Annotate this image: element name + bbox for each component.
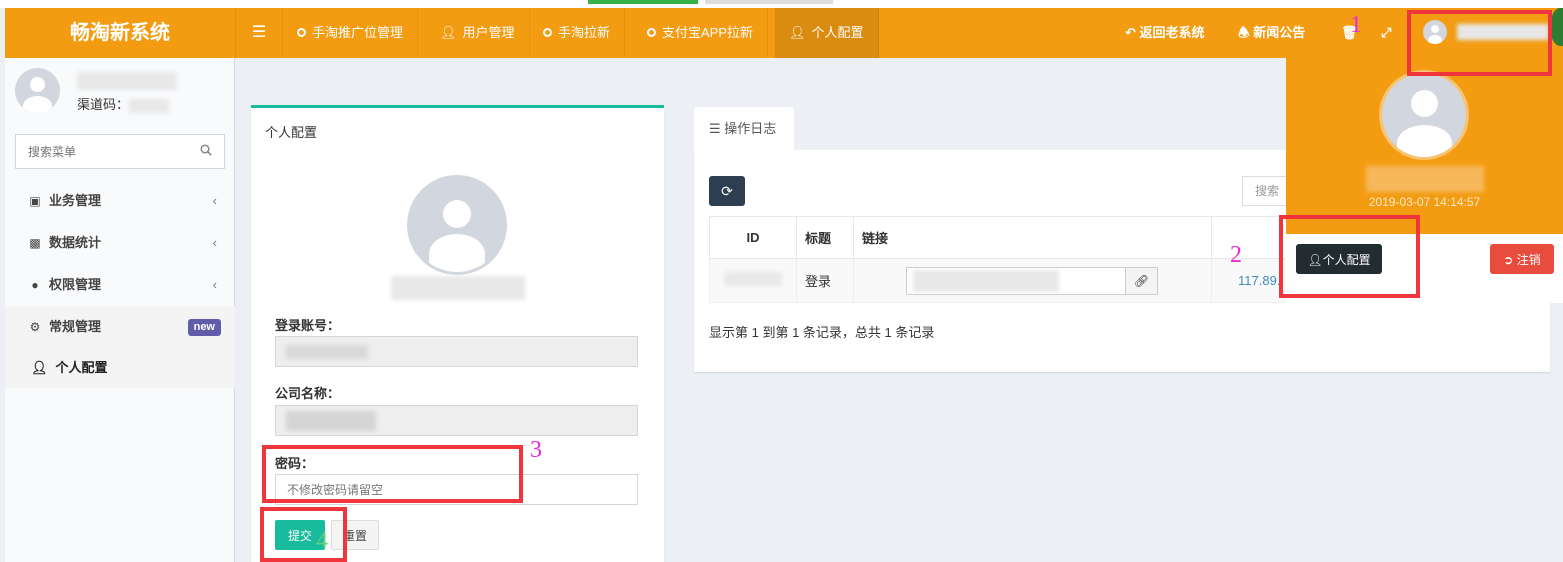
profile-name-redacted	[391, 276, 525, 300]
chevron-left-icon: ‹	[212, 277, 217, 292]
sidebar-item-general[interactable]: ⚙ 常规管理 new	[5, 306, 235, 348]
cell-title: 登录	[796, 258, 854, 303]
archive-icon: ▣	[29, 194, 41, 208]
company-label: 公司名称：	[275, 386, 341, 401]
fullscreen-button[interactable]: ⤢	[1381, 8, 1391, 58]
refresh-button[interactable]: ⟳	[709, 176, 745, 206]
user-icon: 👤︎	[789, 25, 806, 40]
circle-icon	[297, 28, 306, 37]
nav-tab-user-management[interactable]: 👤︎ 用户管理	[426, 8, 530, 58]
avatar	[15, 68, 60, 113]
pagination-info: 显示第 1 到第 1 条记录，总共 1 条记录	[709, 325, 935, 340]
company-field	[275, 405, 638, 436]
top-header: 畅淘新系统 ☰ 手淘推广位管理 👤︎ 用户管理 手淘拉新 支付宝APP拉新 👤︎ 个…	[5, 8, 1563, 58]
sign-out-icon: ➲	[1503, 252, 1514, 267]
chevron-left-icon: ‹	[212, 193, 217, 208]
news-link[interactable]: 🕭︎ 新闻公告	[1238, 8, 1305, 58]
account-label: 登录账号：	[275, 318, 341, 333]
nav-tab-alipay-new[interactable]: 支付宝APP拉新	[633, 8, 769, 58]
expand-icon: ⤢	[1381, 25, 1392, 40]
browser-top-strip	[0, 0, 1563, 8]
sidebar-item-business[interactable]: ▣ 业务管理 ‹	[5, 180, 235, 222]
circle-icon	[647, 28, 656, 37]
bell-icon: 🕭︎	[1238, 25, 1250, 40]
column-header-link[interactable]: 链接	[853, 216, 1212, 259]
search-input[interactable]	[16, 135, 186, 168]
nav-tab-taobao-promo[interactable]: 手淘推广位管理	[283, 8, 419, 58]
column-header-id[interactable]: ID	[709, 216, 797, 259]
annotation-number-3: 3	[530, 437, 542, 463]
nav-tab-taobao-new[interactable]: 手淘拉新	[529, 8, 626, 58]
card-title: 个人配置	[265, 125, 318, 140]
cogs-icon: ⚙	[29, 320, 41, 334]
link-input[interactable]	[906, 266, 1126, 295]
annotation-box-4	[260, 507, 347, 562]
cell-link: 🔗︎	[853, 258, 1212, 303]
avatar	[1379, 70, 1469, 160]
search-icon[interactable]	[200, 144, 212, 156]
app-logo[interactable]: 畅淘新系统	[5, 8, 235, 58]
annotation-number-2: 2	[1230, 242, 1242, 268]
logout-button[interactable]: ➲ 注销	[1490, 244, 1554, 274]
annotation-box-2	[1279, 215, 1420, 298]
link-icon[interactable]: 🔗︎	[1126, 266, 1158, 295]
sidebar-item-permissions[interactable]: ● 权限管理 ‹	[5, 264, 235, 306]
user-icon: 👤︎	[31, 360, 48, 375]
cell-id	[709, 258, 797, 303]
table-search-input[interactable]: 搜索	[1242, 176, 1292, 206]
annotation-number-4: 4	[316, 528, 328, 554]
annotation-box-1	[1407, 10, 1552, 76]
dropdown-header: 2019-03-07 14:14:57	[1286, 58, 1563, 234]
reply-icon: ↶	[1125, 25, 1136, 40]
user-icon: 👤︎	[440, 25, 457, 40]
login-timestamp: 2019-03-07 14:14:57	[1368, 195, 1481, 209]
nav-tab-profile[interactable]: 👤︎ 个人配置	[775, 8, 879, 58]
list-icon: ☰	[709, 121, 721, 136]
chevron-left-icon: ‹	[212, 235, 217, 250]
back-to-old-system-link[interactable]: ↶ 返回老系统	[1125, 8, 1205, 58]
refresh-icon: ⟳	[721, 182, 733, 199]
sidebar-item-statistics[interactable]: ▩ 数据统计 ‹	[5, 222, 235, 264]
column-header-title[interactable]: 标题	[796, 216, 854, 259]
menu-toggle-button[interactable]: ☰	[236, 8, 283, 58]
sidebar-subitem-profile[interactable]: 👤︎ 个人配置	[5, 348, 235, 388]
hamburger-icon: ☰	[251, 24, 267, 41]
green-tab-strip	[588, 0, 698, 4]
username-redacted	[1366, 166, 1484, 192]
grey-tab-strip	[705, 0, 833, 4]
sidebar-search	[15, 134, 225, 169]
bar-chart-icon: ▩	[29, 236, 41, 250]
group-icon: ●	[31, 278, 39, 292]
tab-operation-log[interactable]: ☰ 操作日志	[694, 107, 794, 150]
new-badge: new	[187, 319, 221, 336]
sidebar: 渠道码： ▣业务管理 ‹ ▩数据统计 ‹ ●权限管理 ‹ ⚙常规管理 new 👤…	[5, 58, 235, 562]
user-panel: 渠道码：	[15, 68, 225, 128]
channel-code-label: 渠道码：	[77, 94, 170, 113]
annotation-box-3	[262, 445, 523, 503]
annotation-number-1: 1	[1350, 12, 1362, 38]
circle-icon	[543, 28, 552, 37]
profile-avatar[interactable]	[407, 175, 507, 275]
account-field	[275, 336, 638, 367]
username-redacted	[77, 72, 177, 90]
